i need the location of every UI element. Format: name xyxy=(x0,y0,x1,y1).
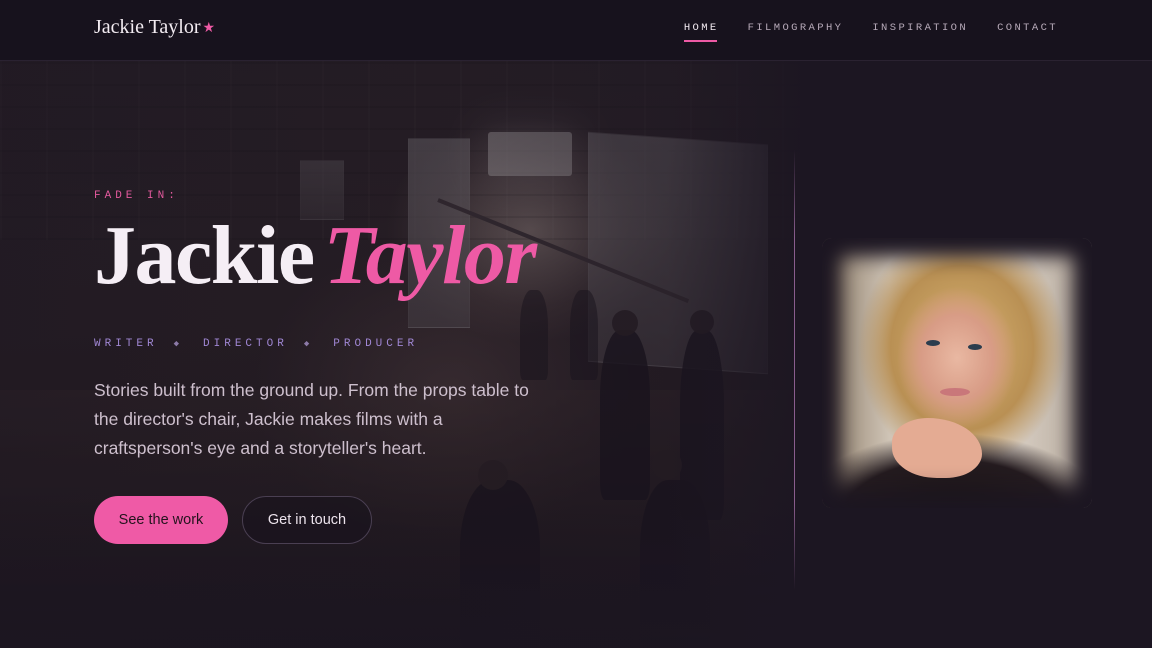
page: Jackie Taylor ★ HOME FILMOGRAPHY INSPIRA… xyxy=(0,0,1152,648)
crew-member xyxy=(600,330,650,500)
portrait-vignette xyxy=(822,238,1092,508)
hero-section: FADE IN: Jackie Taylor WRITER ◆ DIRECTOR … xyxy=(94,190,537,544)
portrait-photo xyxy=(822,238,1092,508)
get-in-touch-button[interactable]: Get in touch xyxy=(242,496,372,544)
star-icon: ★ xyxy=(202,21,216,36)
nav-item-filmography[interactable]: FILMOGRAPHY xyxy=(748,22,844,42)
crew-head xyxy=(652,450,682,480)
main-nav: HOME FILMOGRAPHY INSPIRATION CONTACT xyxy=(683,22,1058,42)
diamond-separator-icon: ◆ xyxy=(173,339,184,349)
hero-first-name: Jackie xyxy=(94,209,315,302)
nav-item-contact[interactable]: CONTACT xyxy=(997,22,1058,42)
role-producer: PRODUCER xyxy=(333,338,419,350)
hero-eyebrow: FADE IN: xyxy=(94,190,179,202)
see-the-work-button[interactable]: See the work xyxy=(94,496,228,544)
crew-head xyxy=(612,310,638,336)
hero-tagline: Stories built from the ground up. From t… xyxy=(94,380,529,458)
role-director: DIRECTOR xyxy=(203,338,288,350)
logo-text: Jackie Taylor xyxy=(94,16,201,38)
vertical-divider xyxy=(794,150,795,590)
hero-actions: See the work Get in touch xyxy=(94,496,536,544)
roles-list: WRITER ◆ DIRECTOR ◆ PRODUCER xyxy=(94,338,536,350)
site-logo[interactable]: Jackie Taylor ★ xyxy=(94,16,215,39)
diamond-separator-icon: ◆ xyxy=(303,339,314,349)
nav-item-home[interactable]: HOME xyxy=(683,22,719,42)
crew-head xyxy=(690,310,714,334)
hero-last-name: Taylor xyxy=(323,209,537,302)
studio-light xyxy=(488,132,572,176)
site-header: Jackie Taylor ★ HOME FILMOGRAPHY INSPIRA… xyxy=(0,0,1152,61)
hero-title: Jackie Taylor xyxy=(94,214,537,298)
crew-member xyxy=(640,480,710,648)
crew-member xyxy=(570,290,598,380)
role-writer: WRITER xyxy=(94,338,158,350)
nav-item-inspiration[interactable]: INSPIRATION xyxy=(872,22,968,42)
